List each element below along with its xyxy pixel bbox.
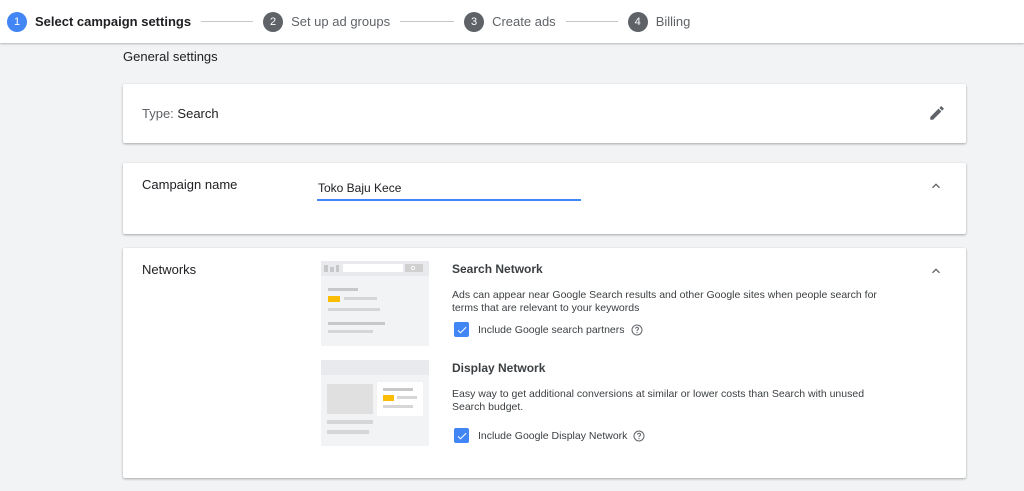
step-connector xyxy=(565,21,618,22)
step-billing[interactable]: 4 Billing xyxy=(627,11,691,32)
search-network-illustration xyxy=(321,261,429,346)
campaign-name-card: Campaign name xyxy=(123,163,966,234)
search-partners-checkbox-row[interactable]: Include Google search partners xyxy=(454,322,643,337)
step-number: 2 xyxy=(263,11,284,32)
step-connector xyxy=(400,21,455,22)
display-network-description: Easy way to get additional conversions a… xyxy=(452,388,865,413)
step-connector xyxy=(201,21,254,22)
type-card: Type: Search xyxy=(123,84,966,143)
display-network-illustration xyxy=(321,360,429,446)
networks-label: Networks xyxy=(142,262,197,277)
chevron-up-icon[interactable] xyxy=(928,263,944,279)
help-circle-icon[interactable] xyxy=(631,324,643,336)
chevron-up-icon[interactable] xyxy=(928,178,944,194)
campaign-stepper: 1 Select campaign settings 2 Set up ad g… xyxy=(0,0,1024,43)
step-number: 1 xyxy=(7,11,27,32)
display-network-label: Include Google Display Network xyxy=(478,429,628,442)
search-network-description: Ads can appear near Google Search result… xyxy=(452,289,877,314)
step-label: Create ads xyxy=(492,14,556,29)
type-row: Type: Search xyxy=(142,106,219,121)
step-label: Set up ad groups xyxy=(291,14,391,29)
checkbox-checked-icon[interactable] xyxy=(454,322,469,337)
search-network-title: Search Network xyxy=(452,262,543,276)
search-partners-label: Include Google search partners xyxy=(478,323,625,336)
step-number: 4 xyxy=(627,11,648,32)
section-title: General settings xyxy=(123,49,218,64)
display-network-title: Display Network xyxy=(452,361,546,375)
networks-card: Networks Search Network Ads can appear n… xyxy=(123,248,966,478)
campaign-name-input[interactable] xyxy=(317,177,581,201)
campaign-name-label: Campaign name xyxy=(142,177,238,192)
help-circle-icon[interactable] xyxy=(633,430,645,442)
step-label: Billing xyxy=(655,14,691,29)
pencil-icon[interactable] xyxy=(928,104,946,122)
step-number: 3 xyxy=(464,11,485,32)
checkbox-checked-icon[interactable] xyxy=(454,428,469,443)
step-create-ads[interactable]: 3 Create ads xyxy=(464,11,556,32)
step-select-campaign-settings[interactable]: 1 Select campaign settings xyxy=(7,11,192,32)
step-label: Select campaign settings xyxy=(35,14,192,29)
type-label: Type: xyxy=(142,106,174,121)
display-network-checkbox-row[interactable]: Include Google Display Network xyxy=(454,428,645,443)
step-set-up-ad-groups[interactable]: 2 Set up ad groups xyxy=(263,11,391,32)
type-value: Search xyxy=(177,106,219,121)
